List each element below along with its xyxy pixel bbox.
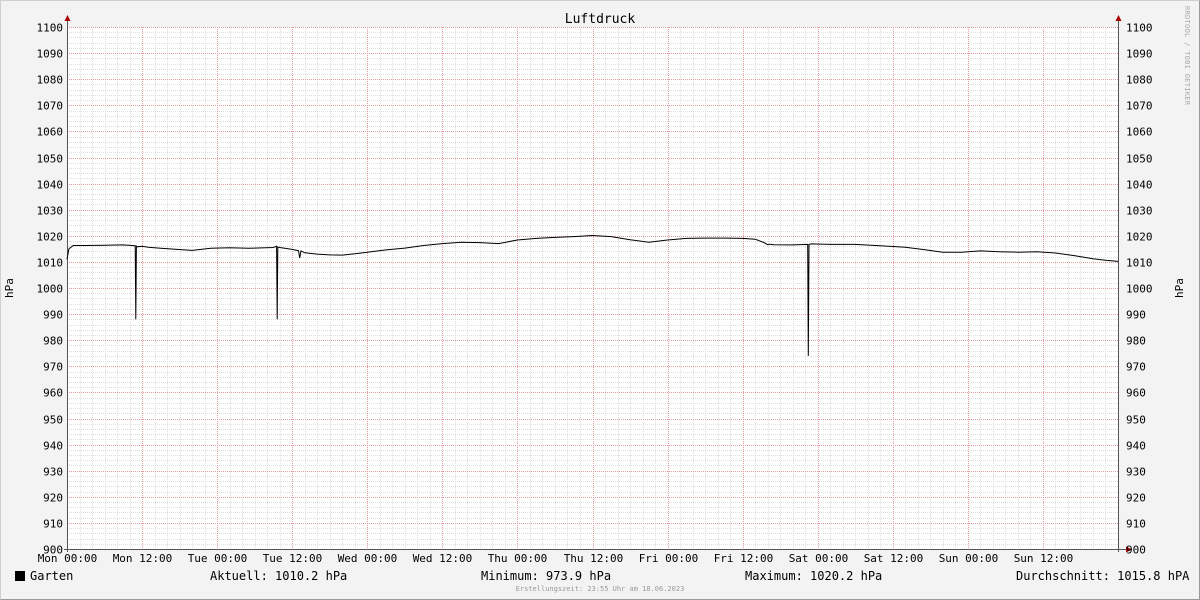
y-axis-arrow-left	[64, 15, 71, 21]
right-tick-labels: 900 910 920 930 940 950 960 970 980 990 1000 1010 10…	[1126, 22, 1153, 557]
plot-area	[67, 27, 1118, 549]
y-tick-label-left: 980	[43, 335, 63, 348]
y-tick-label-right: 1020	[1126, 231, 1153, 244]
legend-swatch	[15, 571, 25, 581]
chart-title: Luftdruck	[565, 12, 636, 27]
y-tick-label-left: 990	[43, 309, 63, 322]
y-tick-label-right: 940	[1126, 440, 1146, 453]
y-tick-label-right: 990	[1126, 309, 1146, 322]
x-tick-label: Sun 12:00	[1014, 552, 1074, 565]
y-tick-label-left: 1100	[37, 22, 64, 35]
y-tick-label-right: 970	[1126, 361, 1146, 374]
y-axis-arrow-right	[1115, 15, 1122, 21]
y-tick-label-right: 1000	[1126, 283, 1153, 296]
x-tick-label: Fri 00:00	[639, 552, 699, 565]
y-tick-label-right: 960	[1126, 387, 1146, 400]
x-tick-label: Tue 00:00	[188, 552, 248, 565]
y-tick-label-right: 1070	[1126, 100, 1153, 113]
y-tick-label-right: 920	[1126, 492, 1146, 505]
y-axis-label-left: hPa	[3, 278, 16, 298]
y-tick-label-right: 950	[1126, 414, 1146, 427]
y-tick-label-right: 1100	[1126, 22, 1153, 35]
x-tick-label: Tue 12:00	[263, 552, 323, 565]
y-tick-label-left: 930	[43, 466, 63, 479]
legend-row: Garten Aktuell: 1010.2 hPa Minimum: 973.…	[0, 567, 1200, 585]
x-tick-label: Mon 12:00	[113, 552, 173, 565]
y-tick-label-left: 960	[43, 387, 63, 400]
y-tick-label-right: 930	[1126, 466, 1146, 479]
y-tick-label-left: 1080	[37, 74, 64, 87]
y-tick-label-right: 1060	[1126, 126, 1153, 139]
y-tick-label-left: 1050	[37, 153, 64, 166]
x-tick-label: Wed 00:00	[338, 552, 398, 565]
rrdtool-watermark: RRDTOOL / TOBI OETIKER	[1183, 6, 1191, 106]
y-tick-label-left: 1000	[37, 283, 64, 296]
y-tick-label-right: 910	[1126, 518, 1146, 531]
legend-series-name: Garten	[30, 569, 74, 583]
pressure-chart: 900 910 920 930 940 950 960 970 980 990 1000 1010 10…	[3, 12, 1186, 565]
y-tick-label-right: 1080	[1126, 74, 1153, 87]
legend-average: Durchschnitt: 1015.8 hPA	[1016, 569, 1190, 583]
legend-minimum: Minimum: 973.9 hPa	[481, 569, 612, 583]
y-tick-label-left: 940	[43, 440, 63, 453]
x-tick-label: Wed 12:00	[413, 552, 473, 565]
y-tick-label-left: 1070	[37, 100, 64, 113]
y-tick-label-left: 970	[43, 361, 63, 374]
x-tick-label: Sun 00:00	[939, 552, 999, 565]
y-tick-label-left: 1090	[37, 48, 64, 61]
y-tick-label-right: 1010	[1126, 257, 1153, 270]
y-axis-label-right: hPa	[1173, 278, 1186, 298]
y-tick-label-left: 910	[43, 518, 63, 531]
x-tick-label: Mon 00:00	[38, 552, 98, 565]
y-tick-label-left: 950	[43, 414, 63, 427]
x-tick-labels: Mon 00:00 Mon 12:00 Tue 00:00 Tue 12:00 Wed …	[38, 552, 1074, 565]
left-tick-labels: 9009109209309409509609709809901000101010…	[37, 22, 64, 557]
x-tick-label: Thu 00:00	[488, 552, 548, 565]
x-tick-label: Thu 12:00	[564, 552, 624, 565]
y-tick-label-left: 1010	[37, 257, 64, 270]
y-tick-label-right: 1040	[1126, 179, 1153, 192]
y-tick-label-left: 1060	[37, 126, 64, 139]
y-tick-label-right: 1030	[1126, 205, 1153, 218]
legend-maximum: Maximum: 1020.2 hPa	[745, 569, 883, 583]
y-tick-label-left: 920	[43, 492, 63, 505]
x-tick-label: Sat 00:00	[789, 552, 849, 565]
y-tick-label-left: 1040	[37, 179, 64, 192]
creation-time-note: Erstellungszeit: 23:55 Uhr am 18.06.2023	[515, 585, 685, 593]
y-tick-label-right: 1090	[1126, 48, 1153, 61]
legend-current: Aktuell: 1010.2 hPa	[210, 569, 348, 583]
y-tick-label-left: 1030	[37, 205, 64, 218]
y-tick-label-right: 1050	[1126, 153, 1153, 166]
y-tick-label-right: 980	[1126, 335, 1146, 348]
x-tick-label: Fri 12:00	[714, 552, 774, 565]
y-tick-label-left: 1020	[37, 231, 64, 244]
x-tick-label: Sat 12:00	[864, 552, 924, 565]
y-tick-label-right: 900	[1126, 544, 1146, 557]
